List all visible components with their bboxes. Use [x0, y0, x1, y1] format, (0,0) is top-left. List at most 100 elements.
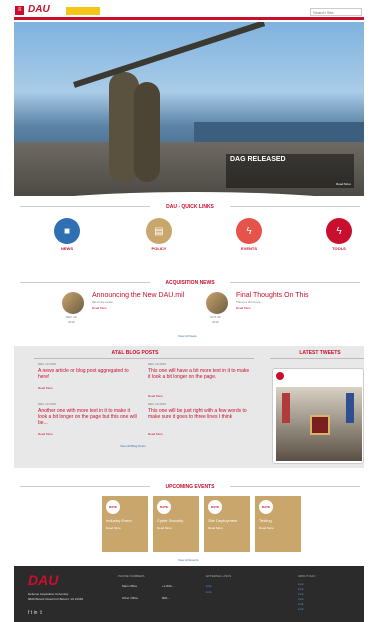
logo[interactable]: DAU — [28, 4, 50, 15]
blog-post-title[interactable]: This one will be just right with a few w… — [148, 408, 252, 420]
briefcase-icon: ■ — [63, 225, 71, 237]
external-links-title: EXTERNAL LINKS — [206, 574, 232, 578]
hero-caption: DAG RELEASED Read More — [226, 154, 354, 188]
news-read-more[interactable]: Read More — [92, 306, 107, 310]
event-read-more[interactable]: Read More — [106, 526, 121, 530]
blog-post-title[interactable]: A news article or blog post aggregated t… — [38, 368, 138, 380]
news-read-more[interactable]: Read More — [236, 306, 251, 310]
event-read-more[interactable]: Read More — [157, 526, 172, 530]
about-link[interactable]: Link — [298, 587, 304, 591]
external-link[interactable]: Link — [206, 590, 212, 594]
hero-caption-title: DAG RELEASED — [230, 156, 286, 163]
news-year: 2016 — [212, 320, 219, 324]
news-title[interactable]: Final Thoughts On This — [236, 292, 309, 299]
phone-value[interactable]: +1-800-... — [162, 584, 175, 588]
quick-links-title: DAU - QUICK LINKS — [150, 204, 230, 210]
event-date-badge: DATE — [259, 500, 273, 514]
hero-soldier — [134, 82, 160, 182]
acq-news-title: ACQUISITION NEWS — [150, 280, 230, 286]
quick-link-policy-label: POLICY — [151, 246, 167, 251]
news-date: DEC 19 — [66, 315, 77, 319]
footer: DAU Defense Acquisition University 9820 … — [14, 566, 364, 622]
quick-link-events[interactable]: ϟ — [236, 218, 262, 244]
section-divider — [34, 358, 254, 359]
menu-icon[interactable]: ≡ — [15, 6, 24, 15]
social-icons: f t in ⇪ — [28, 610, 43, 616]
book-icon: ▤ — [154, 225, 164, 237]
phone-label: Other Office — [122, 596, 139, 600]
facebook-icon[interactable]: f — [28, 610, 29, 616]
top-bar: ≡ DAU — [14, 4, 364, 20]
event-date-badge: DATE — [106, 500, 120, 514]
quick-link-news[interactable]: ■ — [54, 218, 80, 244]
news-year: 2016 — [68, 320, 75, 324]
event-read-more[interactable]: Read More — [259, 526, 274, 530]
quick-link-tools[interactable]: ϟ — [326, 218, 352, 244]
blog-title: AT&L BLOG POSTS — [111, 350, 159, 356]
quick-link-tools-label: TOOLS — [332, 246, 346, 251]
linkedin-icon[interactable]: in — [34, 610, 38, 616]
event-title: Site Deployment — [208, 518, 238, 523]
event-read-more[interactable]: Read More — [208, 526, 223, 530]
search-input[interactable] — [310, 8, 362, 16]
quick-link-events-label: EVENTS — [240, 246, 257, 251]
event-card[interactable]: DATE Site Deployment Read More — [204, 496, 250, 552]
about-link[interactable]: Link — [298, 602, 304, 606]
event-card[interactable]: DATE Industry Event Read More — [102, 496, 148, 552]
quick-link-policy[interactable]: ▤ — [146, 218, 172, 244]
news-subtitle: This is a short one... — [236, 300, 264, 304]
tweet-avatar — [276, 372, 284, 380]
tweet-card[interactable] — [272, 368, 364, 464]
phone-title: PHONE NUMBERS — [118, 574, 145, 578]
about-link[interactable]: Link — [298, 582, 304, 586]
section-divider — [270, 358, 364, 359]
footer-logo[interactable]: DAU — [28, 572, 58, 588]
about-link[interactable]: Link — [298, 597, 304, 601]
event-title: Industry Event — [106, 518, 132, 523]
header-badge — [66, 7, 100, 15]
blog-read-more[interactable]: Read More — [148, 394, 163, 398]
blog-read-more[interactable]: Read More — [38, 386, 53, 390]
blog-date: DEC 19 2016 — [148, 402, 167, 406]
news-thumbnail[interactable] — [62, 292, 84, 314]
about-link[interactable]: Link — [298, 592, 304, 596]
view-all-blog-link[interactable]: View All Blog Posts — [120, 444, 146, 448]
tweet-photo-frame — [310, 415, 330, 435]
event-card[interactable]: DATE Cyber Security Read More — [153, 496, 199, 552]
events-title: UPCOMING EVENTS — [150, 484, 230, 490]
twitter-icon[interactable]: t — [31, 610, 32, 616]
news-thumbnail[interactable] — [206, 292, 228, 314]
external-link[interactable]: Link — [206, 584, 212, 588]
lightning-icon: ϟ — [246, 225, 252, 237]
blog-post-title[interactable]: Another one with more text in it to make… — [38, 408, 138, 426]
hero-launcher — [73, 22, 266, 88]
event-date-badge: DATE — [157, 500, 171, 514]
quick-link-news-label: NEWS — [61, 246, 73, 251]
event-title: Testing — [259, 518, 272, 523]
event-title: Cyber Security — [157, 518, 184, 523]
view-all-news-link[interactable]: View All News — [178, 334, 197, 338]
share-icon[interactable]: ⇪ — [39, 610, 43, 616]
footer-address: 9820 Belvoir Road Fort Belvoir, VA 22060 — [28, 597, 84, 601]
event-date-badge: DATE — [208, 500, 222, 514]
tweet-photo-flag — [282, 393, 290, 423]
tweet-photo — [276, 387, 362, 461]
event-card[interactable]: DATE Testing Read More — [255, 496, 301, 552]
about-link[interactable]: Link — [298, 607, 304, 611]
phone-label: Main Office — [122, 584, 138, 588]
tweet-photo-flag — [346, 393, 354, 423]
footer-org-name: Defense Acquisition University — [28, 592, 69, 596]
blog-date: DEC 19 2016 — [38, 402, 57, 406]
phone-value[interactable]: 800-... — [162, 596, 171, 600]
blog-date: DEC 19 2016 — [148, 362, 167, 366]
news-title[interactable]: Announcing the New DAU.mil — [92, 292, 184, 299]
blog-read-more[interactable]: Read More — [38, 432, 53, 436]
lightning-icon: ϟ — [336, 225, 342, 237]
blog-post-title[interactable]: This one will have a bit more text in it… — [148, 368, 252, 380]
hero-read-more[interactable]: Read More — [336, 182, 351, 186]
blog-read-more[interactable]: Read More — [148, 432, 163, 436]
news-subtitle: this is the news — [92, 300, 113, 304]
news-date: OCT 09 — [210, 315, 221, 319]
view-all-events-link[interactable]: View All Events — [178, 558, 198, 562]
blog-date: DEC 19 2016 — [38, 362, 57, 366]
